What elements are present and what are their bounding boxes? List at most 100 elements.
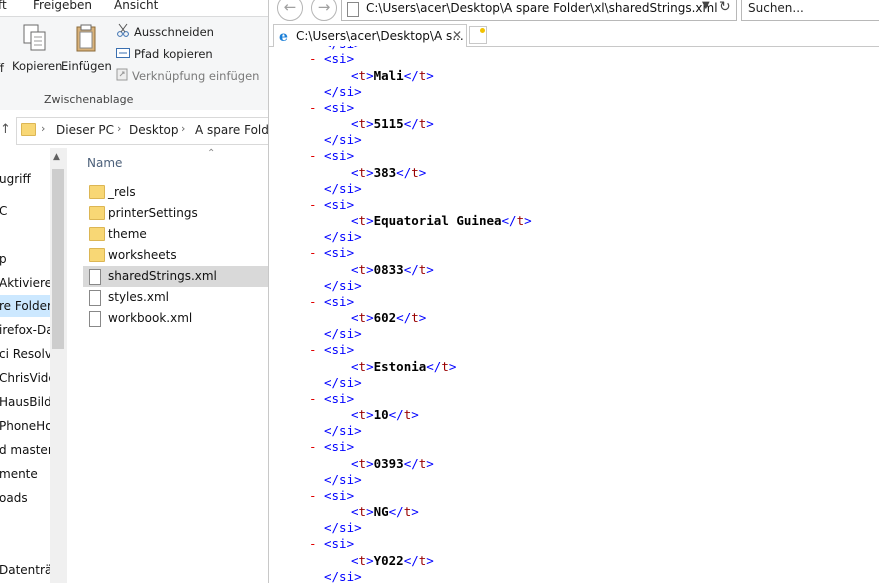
nav-item[interactable]: irefox-Da (0, 319, 50, 341)
xml-line: <si> (324, 148, 354, 163)
collapse-toggle-icon[interactable]: - (309, 148, 317, 163)
forward-button[interactable]: → (311, 0, 337, 21)
file-name: _rels (108, 185, 136, 199)
xml-bracket: > (366, 67, 374, 83)
ribbon-tab-view[interactable]: Ansicht (114, 0, 158, 12)
xml-line: </si> (324, 132, 362, 147)
collapse-toggle-icon[interactable]: - (309, 294, 317, 309)
list-item[interactable]: styles.xml (83, 287, 268, 308)
paste-button[interactable]: Einfügen (61, 23, 112, 73)
breadcrumb[interactable]: › Dieser PC › Desktop › A spare Folde (16, 117, 268, 145)
list-item[interactable]: _rels (83, 182, 268, 203)
close-tab-icon[interactable]: ✕ (452, 28, 462, 42)
scroll-up-icon[interactable]: ▲ (53, 152, 60, 162)
xml-value-line: <t>0833</t> (351, 262, 434, 277)
collapse-toggle-icon[interactable]: - (309, 100, 317, 115)
list-item-selected[interactable]: sharedStrings.xml (83, 266, 268, 287)
xml-bracket: </ (403, 116, 419, 131)
nav-item[interactable]: d masterL (0, 439, 50, 461)
scrollbar-thumb[interactable] (52, 169, 64, 349)
xml-open-tag: <si> (324, 196, 355, 212)
xml-text-value: Estonia (373, 358, 427, 374)
nav-item[interactable]: Datenträ (0, 559, 50, 581)
xml-value-line: <t>10</t> (351, 407, 419, 422)
collapse-toggle-icon[interactable]: - (309, 245, 317, 260)
xml-bracket: > (426, 261, 434, 277)
back-button[interactable]: ← (277, 0, 303, 21)
collapse-toggle-icon[interactable]: - (309, 197, 317, 212)
collapse-toggle-icon[interactable]: - (309, 51, 317, 66)
collapse-toggle-icon[interactable]: - (309, 439, 317, 454)
nav-scrollbar[interactable]: ▲ (50, 148, 67, 583)
dropdown-arrow-icon[interactable]: ▼ (702, 0, 710, 11)
new-tab-button[interactable] (469, 26, 487, 44)
browser-tab[interactable]: e C:\Users\acer\Desktop\A s... ✕ (273, 24, 467, 47)
list-item[interactable]: worksheets (83, 245, 268, 266)
paste-shortcut-button[interactable]: Verknüpfung einfügen (116, 67, 259, 85)
list-item[interactable]: workbook.xml (83, 308, 268, 329)
folder-icon (89, 248, 105, 262)
xml-bracket: </ (403, 552, 419, 568)
xml-line: <si> (324, 439, 354, 454)
nav-item[interactable]: ci Resolve (0, 343, 50, 365)
xml-bracket: > (524, 213, 532, 228)
nav-item[interactable]: PhoneHo (0, 415, 50, 437)
up-arrow-icon[interactable]: ↑ (0, 122, 11, 137)
xml-close-tag: </si> (324, 374, 362, 390)
nav-item[interactable]: C (0, 200, 50, 222)
folder-icon (21, 123, 36, 136)
list-item[interactable]: theme (83, 224, 268, 245)
ribbon-tab-share[interactable]: Freigeben (33, 0, 92, 12)
ribbon-left-cut-label[interactable]: ff (0, 61, 4, 75)
browser-tab-bar: e C:\Users\acer\Desktop\A s... ✕ (269, 22, 879, 47)
nav-item-selected[interactable]: re Folder (0, 295, 50, 317)
file-name: sharedStrings.xml (108, 269, 217, 283)
xml-bracket: < (351, 67, 359, 83)
nav-item[interactable]: HausBilde (0, 391, 50, 413)
breadcrumb-item-this-pc[interactable]: Dieser PC (56, 123, 114, 137)
xml-open-tag: <si> (324, 293, 355, 309)
url-bar[interactable]: C:\Users\acer\Desktop\A spare Folder\xl\… (341, 0, 737, 21)
nav-item[interactable]: oads (0, 487, 50, 509)
xml-bracket: > (426, 455, 434, 471)
xml-open-tag: <si> (324, 99, 355, 115)
copy-button[interactable]: Kopieren (12, 23, 62, 73)
breadcrumb-item-desktop[interactable]: Desktop (129, 123, 179, 137)
ribbon-tab-start[interactable]: ft (0, 0, 7, 12)
nav-item[interactable]: Aktivierer (0, 272, 50, 294)
nav-item[interactable]: p (0, 248, 50, 270)
xml-bracket: > (366, 455, 374, 471)
nav-item[interactable]: ChrisVideo (0, 367, 50, 389)
nav-item[interactable]: ugriff (0, 168, 50, 190)
xml-line: </si> (324, 375, 362, 390)
xml-line: <si> (324, 245, 354, 260)
cut-button[interactable]: Ausschneiden (116, 23, 214, 41)
xml-bracket: < (351, 261, 359, 277)
xml-line: </si> (324, 278, 362, 293)
refresh-icon[interactable]: ↻ (719, 0, 731, 15)
xml-text-value: 10 (373, 407, 389, 422)
nav-item[interactable]: mente (0, 463, 50, 485)
xml-value-line: <t>383</t> (351, 165, 426, 180)
xml-text-value: Y022 (373, 552, 404, 568)
column-header-name[interactable]: Name (87, 156, 122, 170)
xml-tag-name: t (358, 455, 367, 471)
xml-tag-name: t (358, 261, 367, 277)
url-text[interactable]: C:\Users\acer\Desktop\A spare Folder\xl\… (366, 1, 718, 15)
collapse-toggle-icon[interactable]: - (309, 536, 317, 551)
xml-line: </si> (324, 181, 362, 196)
xml-tag-name: t (411, 310, 419, 325)
xml-bracket: < (351, 164, 359, 180)
breadcrumb-separator-icon: › (181, 122, 186, 135)
collapse-toggle-icon[interactable]: - (309, 342, 317, 357)
xml-line: </si> (324, 423, 362, 438)
collapse-toggle-icon[interactable]: - (309, 488, 317, 503)
list-item[interactable]: printerSettings (83, 203, 268, 224)
copy-path-label: Pfad kopieren (134, 47, 213, 61)
paste-shortcut-label: Verknüpfung einfügen (132, 69, 260, 83)
copy-path-button[interactable]: Pfad kopieren (116, 45, 213, 63)
search-input[interactable]: Suchen... (741, 0, 879, 21)
breadcrumb-item-folder[interactable]: A spare Folde (195, 123, 268, 137)
xml-tag-name: t (358, 116, 367, 131)
collapse-toggle-icon[interactable]: - (309, 391, 317, 406)
